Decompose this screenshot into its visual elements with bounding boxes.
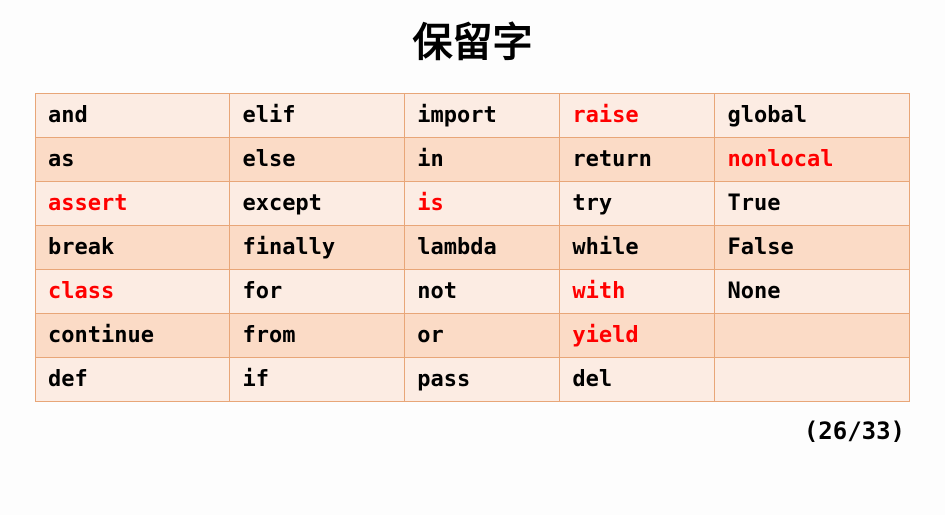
- keyword-cell: with: [560, 270, 715, 314]
- keyword-cell: elif: [230, 94, 405, 138]
- keyword-cell: yield: [560, 314, 715, 358]
- keyword-cell: except: [230, 182, 405, 226]
- table-row: aselseinreturnnonlocal: [36, 138, 910, 182]
- slide-title: 保留字: [413, 10, 533, 68]
- keyword-cell: try: [560, 182, 715, 226]
- table-row: breakfinallylambdawhileFalse: [36, 226, 910, 270]
- keyword-cell: class: [36, 270, 230, 314]
- keyword-cell: continue: [36, 314, 230, 358]
- keyword-cell: lambda: [405, 226, 560, 270]
- keyword-cell: global: [715, 94, 910, 138]
- keywords-table: andelifimportraiseglobalaselseinreturnno…: [35, 93, 910, 402]
- table-row: classfornotwithNone: [36, 270, 910, 314]
- keyword-cell: return: [560, 138, 715, 182]
- keyword-cell: assert: [36, 182, 230, 226]
- keyword-cell: or: [405, 314, 560, 358]
- keyword-cell: nonlocal: [715, 138, 910, 182]
- table-row: assertexceptistryTrue: [36, 182, 910, 226]
- keyword-cell: as: [36, 138, 230, 182]
- keyword-cell: else: [230, 138, 405, 182]
- keyword-cell: finally: [230, 226, 405, 270]
- keyword-cell: False: [715, 226, 910, 270]
- keyword-cell: def: [36, 358, 230, 402]
- keyword-cell: [715, 358, 910, 402]
- keyword-cell: import: [405, 94, 560, 138]
- table-row: defifpassdel: [36, 358, 910, 402]
- keyword-cell: in: [405, 138, 560, 182]
- keyword-cell: from: [230, 314, 405, 358]
- keyword-cell: is: [405, 182, 560, 226]
- keyword-cell: True: [715, 182, 910, 226]
- keyword-cell: [715, 314, 910, 358]
- keyword-cell: and: [36, 94, 230, 138]
- keyword-cell: not: [405, 270, 560, 314]
- keyword-cell: del: [560, 358, 715, 402]
- keyword-cell: if: [230, 358, 405, 402]
- keyword-cell: while: [560, 226, 715, 270]
- keyword-cell: raise: [560, 94, 715, 138]
- keyword-cell: break: [36, 226, 230, 270]
- keyword-cell: pass: [405, 358, 560, 402]
- keyword-cell: None: [715, 270, 910, 314]
- keyword-cell: for: [230, 270, 405, 314]
- table-row: andelifimportraiseglobal: [36, 94, 910, 138]
- table-row: continuefromoryield: [36, 314, 910, 358]
- page-indicator: (26/33): [35, 417, 910, 445]
